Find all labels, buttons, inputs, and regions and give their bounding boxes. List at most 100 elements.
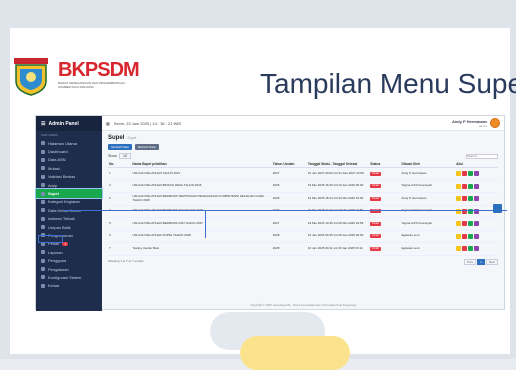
row-name: USULAN PELATIHAN TAHUN 2027	[131, 167, 272, 181]
calendar-icon: ▦	[106, 120, 110, 126]
row-created-by: Andy P Hermawan	[400, 167, 456, 181]
sidebar: ☰ Admin Panel MAIN MENU Halaman Utama Das…	[35, 116, 103, 311]
view-icon[interactable]	[468, 171, 474, 177]
menu-item-icon	[41, 267, 45, 272]
view-icon[interactable]	[468, 221, 474, 227]
sidebar-item[interactable]: Dashboard	[36, 147, 102, 155]
sidebar-item-label: Laporan	[48, 249, 63, 255]
user-name: Andy P Hermawan	[451, 118, 487, 124]
sidebar-item[interactable]: Supel	[35, 188, 103, 199]
row-year: 2026	[271, 205, 307, 218]
row-name: USULAN PELATIHAN BERBASIS ASN TAHUN 2026	[131, 205, 272, 218]
sidebar-item[interactable]: Pengguna	[36, 256, 102, 264]
edit-icon[interactable]	[456, 196, 462, 202]
sidebar-item[interactable]: Instansi Terkait	[36, 215, 102, 223]
sidebar-item[interactable]: Umpan Balik	[36, 223, 102, 231]
callout-line	[205, 210, 206, 238]
row-status-cell: Draft	[369, 180, 401, 193]
decor-shape	[240, 336, 350, 370]
row-dates: 19 Mei 2025 16:45 s/d 20 Jan 2026 00:00	[306, 180, 370, 193]
copy-icon[interactable]	[474, 171, 480, 177]
refresh-data-button[interactable]: Refresh Data	[134, 144, 159, 150]
sidebar-item-label: Instansi Terkait	[48, 216, 75, 222]
edit-icon[interactable]	[456, 171, 462, 177]
delete-icon[interactable]	[462, 196, 468, 202]
show-label: Show	[108, 154, 117, 158]
pagination-page[interactable]: 1	[477, 258, 485, 265]
topbar: ▦ Senin, 23 Juni 2025 | 14 : 36 : 21 WIB…	[102, 116, 504, 131]
row-year: 2027	[271, 167, 307, 181]
delete-icon[interactable]	[462, 246, 468, 252]
sidebar-item[interactable]: Data ASN	[36, 156, 102, 164]
pagination-next[interactable]: Next	[485, 258, 498, 265]
sidebar-item[interactable]: Konfigurasi Sistem	[36, 273, 102, 281]
row-year: 2028	[271, 242, 307, 256]
menu-icon[interactable]: ☰	[41, 121, 45, 127]
view-icon[interactable]	[468, 196, 474, 202]
table-footer: Showing 1 to 7 of 7 entries Prev 1 Next	[108, 258, 498, 265]
sidebar-item[interactable]: Validasi Berkas	[36, 173, 102, 181]
edit-icon[interactable]	[456, 246, 462, 252]
menu-item-icon	[41, 157, 45, 162]
view-icon[interactable]	[468, 246, 474, 252]
add-data-button[interactable]: Tambah Data	[108, 144, 132, 150]
action-buttons: Tambah Data Refresh Data	[108, 144, 498, 150]
breadcrumb[interactable]: Supel	[127, 136, 136, 140]
pagination-prev[interactable]: Prev	[463, 258, 477, 265]
user-menu[interactable]: Andy P Hermawan admin	[452, 118, 500, 128]
page-length-select[interactable]: 10	[119, 153, 131, 159]
view-icon[interactable]	[468, 233, 474, 239]
sidebar-item[interactable]: Kategori Kegiatan	[36, 198, 102, 206]
row-created-by: Andy P Hermawan	[400, 192, 456, 206]
sidebar-item[interactable]: Mutasi	[36, 164, 102, 172]
menu-item-icon	[41, 208, 45, 213]
copy-icon[interactable]	[474, 183, 480, 189]
row-actions	[455, 180, 498, 193]
row-dates: 19 Mei 2025 15:23 s/d 30 Mei 2025 16:00	[306, 192, 370, 206]
edit-icon[interactable]	[456, 221, 462, 227]
row-created-by: Tegina Arif Firmansyah	[400, 205, 456, 218]
search-input[interactable]	[466, 153, 498, 159]
delete-icon[interactable]	[462, 233, 468, 239]
sidebar-item[interactable]: Pengaturan	[36, 265, 102, 273]
sidebar-item-label: Konfigurasi Sistem	[48, 274, 82, 280]
row-number: 3	[108, 192, 132, 206]
copy-icon[interactable]	[474, 233, 480, 239]
settings-icon[interactable]	[493, 204, 502, 213]
callout-line	[63, 210, 507, 211]
sidebar-item-label: Data ASN	[48, 157, 66, 163]
sidebar-item[interactable]: Halaman Utama	[36, 139, 102, 147]
status-badge: Draft	[370, 233, 381, 239]
row-actions	[455, 192, 498, 206]
view-icon[interactable]	[468, 183, 474, 189]
row-actions	[455, 205, 498, 218]
delete-icon[interactable]	[462, 171, 468, 177]
table-row: 3 USULAN PELATIHAN BERBASIS SERTIFIKASI P…	[108, 192, 498, 206]
sidebar-item-label: Pengaturan	[48, 266, 69, 272]
row-status-cell: Draft	[369, 167, 401, 181]
copy-icon[interactable]	[474, 221, 480, 227]
sidebar-item[interactable]: Keluar	[36, 282, 102, 290]
avatar[interactable]	[490, 118, 500, 128]
edit-icon[interactable]	[456, 183, 462, 189]
row-dates: 16 Jan 2025 09:11 s/d 30 Jan 2025 09:11	[306, 242, 370, 256]
copy-icon[interactable]	[474, 246, 480, 252]
sidebar-item-label: Umpan Balik	[48, 224, 71, 230]
delete-icon[interactable]	[462, 221, 468, 227]
status-badge: Draft	[370, 245, 381, 251]
sidebar-list: Halaman Utama Dashboard Data ASN Mutasi Vali…	[35, 139, 103, 290]
delete-icon[interactable]	[462, 183, 468, 189]
sidebar-item[interactable]: Arsip	[36, 181, 102, 189]
sidebar-item[interactable]: Laporan	[36, 248, 102, 256]
menu-item-icon	[41, 250, 45, 255]
sidebar-item-label: Validasi Berkas	[48, 174, 76, 180]
sidebar-item-label: Mutasi	[48, 165, 60, 171]
menu-item-icon	[41, 149, 45, 154]
copy-icon[interactable]	[474, 196, 480, 202]
status-badge: Draft	[370, 220, 381, 226]
sidebar-item-label: Keluar	[48, 283, 60, 289]
row-actions	[455, 230, 498, 243]
edit-icon[interactable]	[456, 233, 462, 239]
row-name: USULAN PELATIHAN BIDANG DESA TAHUN 2026	[131, 180, 272, 193]
pagination: Prev 1 Next	[463, 258, 498, 265]
